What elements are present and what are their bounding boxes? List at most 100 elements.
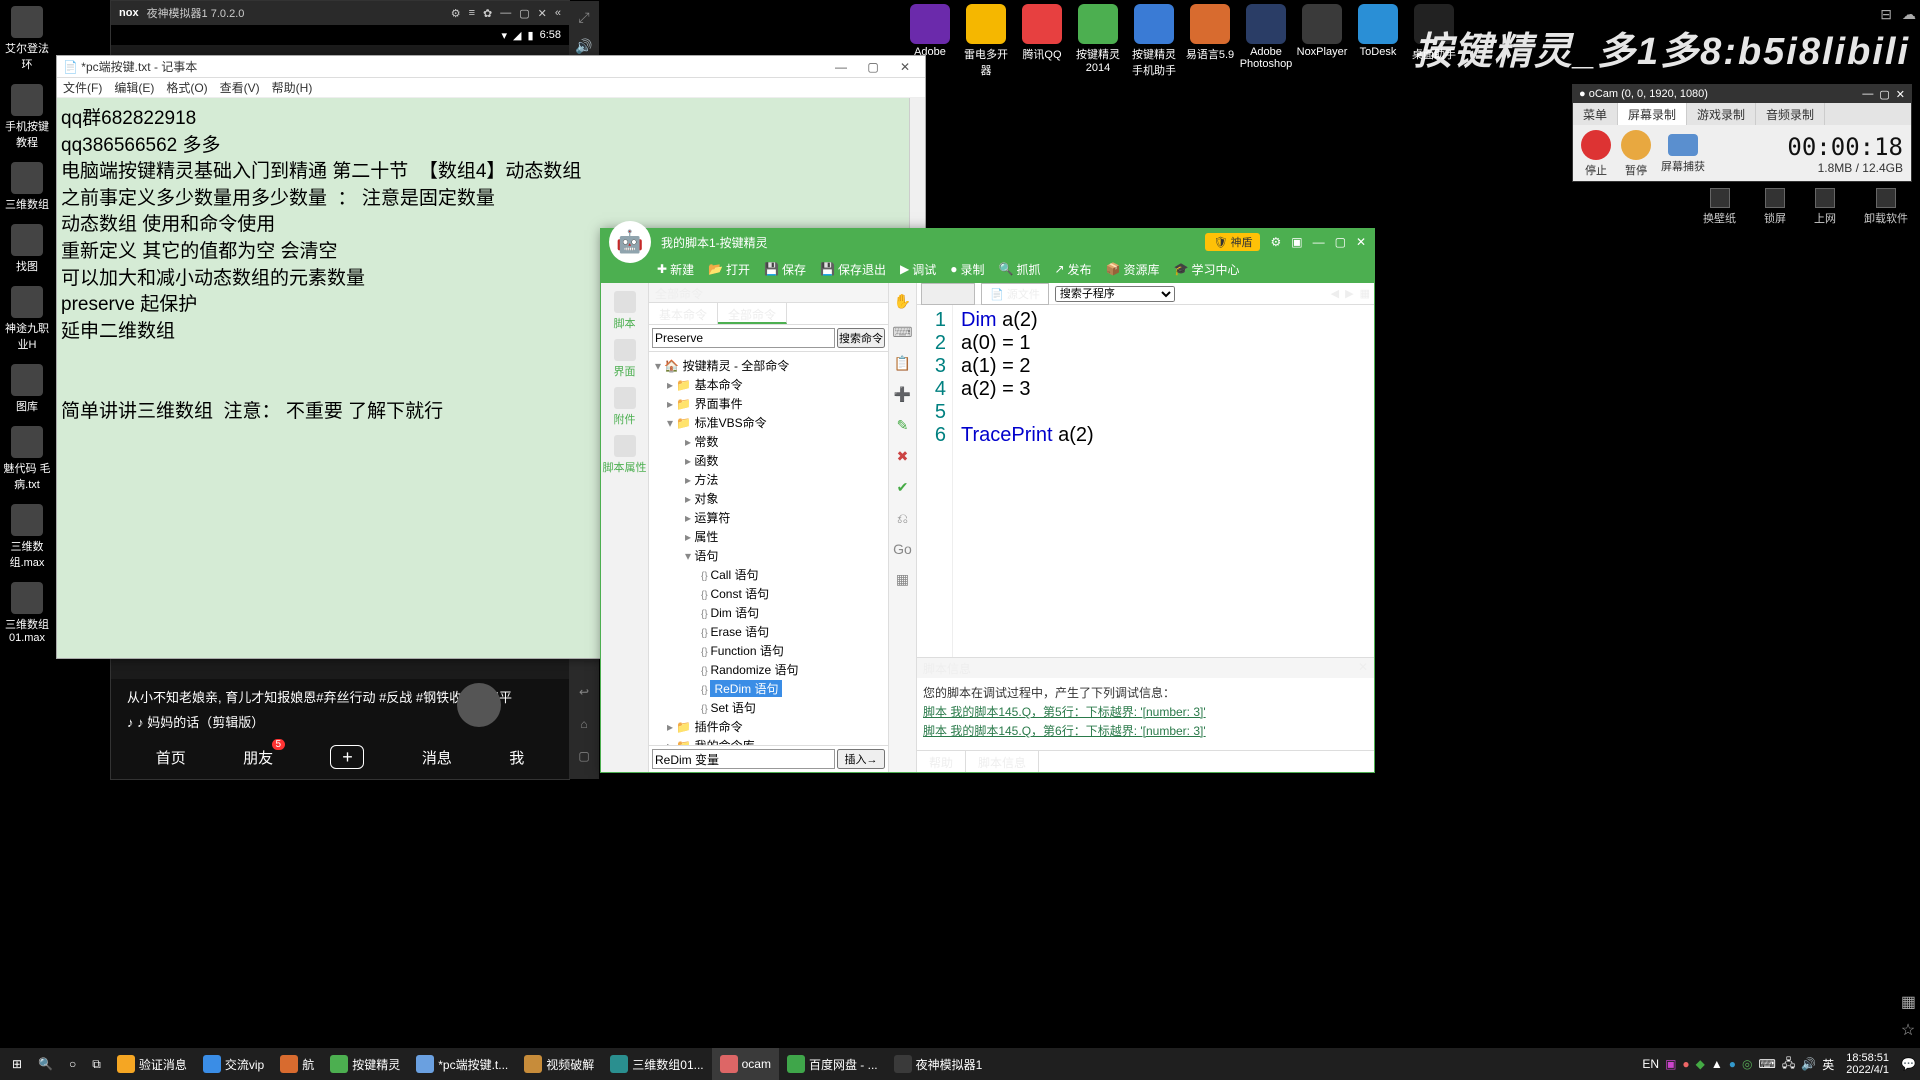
menu-edit[interactable]: 编辑(E) <box>114 79 154 96</box>
desktop-icon[interactable]: 图库 <box>0 358 54 420</box>
close-icon[interactable]: ✕ <box>1358 660 1368 676</box>
learn-button[interactable]: 🎓 学习中心 <box>1174 261 1240 278</box>
tool-icon[interactable]: ⌨ <box>892 324 912 341</box>
collapse-icon[interactable]: « <box>555 7 561 20</box>
app-shortcut[interactable]: 易语言5.9 <box>1184 4 1236 78</box>
new-button[interactable]: ✚ 新建 <box>657 261 694 278</box>
taskbar-clock[interactable]: 18:58:512022/4/1 <box>1840 1052 1895 1076</box>
resource-button[interactable]: 📦 资源库 <box>1106 261 1160 278</box>
volume-icon[interactable]: 🔊 <box>575 38 592 55</box>
tree-leaf[interactable]: Function 语句 <box>651 641 886 660</box>
tree-node[interactable]: 方法 <box>651 470 886 489</box>
app-shortcut[interactable]: 桌面助手 <box>1408 4 1460 78</box>
mode-source[interactable]: 📄 源文件 <box>981 283 1049 305</box>
taskbar-app[interactable]: 验证消息 <box>109 1048 195 1080</box>
danmu-icon[interactable]: ⊟ <box>1880 6 1892 23</box>
debug-button[interactable]: ▶ 调试 <box>900 261 936 278</box>
tab-friends[interactable]: 朋友 <box>243 747 273 768</box>
tab-menu[interactable]: 菜单 <box>1573 103 1618 125</box>
minimize-icon[interactable]: — <box>1313 235 1325 249</box>
tree-node[interactable]: 属性 <box>651 527 886 546</box>
tree-leaf[interactable]: Call 语句 <box>651 565 886 584</box>
tree-node[interactable]: 运算符 <box>651 508 886 527</box>
tab-screen-record[interactable]: 屏幕录制 <box>1618 103 1687 125</box>
insert-button[interactable]: 插入→ <box>837 749 885 769</box>
stop-button[interactable]: 停止 <box>1581 130 1611 178</box>
desktop-icon[interactable]: 三维数组.max <box>0 498 54 576</box>
menu-file[interactable]: 文件(F) <box>63 79 102 96</box>
tree-leaf[interactable]: Set 语句 <box>651 698 886 717</box>
record-button[interactable]: ● 录制 <box>950 261 984 278</box>
tool-icon[interactable]: Go <box>893 541 912 557</box>
share-icon[interactable]: ↩ <box>579 685 589 699</box>
tool-icon[interactable]: ✎ <box>897 417 909 434</box>
tab-home[interactable]: 首页 <box>156 747 186 768</box>
tree-leaf[interactable]: Const 语句 <box>651 584 886 603</box>
tray-icon[interactable]: ● <box>1729 1057 1736 1071</box>
taskbar-app[interactable]: 百度网盘 - ... <box>779 1048 886 1080</box>
app-shortcut[interactable]: 按键精灵手机助手 <box>1128 4 1180 78</box>
info-link[interactable]: 脚本 我的脚本145.Q，第5行：下标越界: '[number: 3]' <box>923 703 1368 720</box>
open-button[interactable]: 📂 打开 <box>708 261 750 278</box>
tab-basic-cmd[interactable]: 基本命令 <box>649 303 718 324</box>
tree-node[interactable]: 语句 <box>651 546 886 565</box>
taskbar-app[interactable]: 航 <box>272 1048 322 1080</box>
tree-node[interactable]: 📁 基本命令 <box>651 375 886 394</box>
ime-icon[interactable]: 英 <box>1822 1056 1834 1073</box>
network-icon[interactable]: 🖧 <box>1782 1054 1795 1075</box>
save-exit-button[interactable]: 💾 保存退出 <box>820 261 886 278</box>
tree-leaf[interactable]: Randomize 语句 <box>651 660 886 679</box>
info-link[interactable]: 脚本 我的脚本145.Q，第6行：下标越界: '[number: 3]' <box>923 722 1368 739</box>
desktop-icon[interactable]: 找图 <box>0 218 54 280</box>
nav-list-icon[interactable]: ▦ <box>1360 287 1370 300</box>
tray-icon[interactable]: ◎ <box>1742 1057 1752 1071</box>
minimize-icon[interactable]: — <box>1862 88 1873 101</box>
taskview-icon[interactable]: ⧉ <box>84 1048 109 1080</box>
taskbar-app[interactable]: 按键精灵 <box>322 1048 408 1080</box>
recent-icon[interactable]: ▢ <box>578 749 589 763</box>
volume-icon[interactable]: 🔊 <box>1801 1057 1816 1071</box>
nav-next-icon[interactable]: ▶ <box>1345 287 1353 300</box>
close-icon[interactable]: ✕ <box>891 60 919 74</box>
util-lock[interactable]: 锁屏 <box>1764 188 1786 226</box>
cloud-icon[interactable]: ☁ <box>1902 6 1916 23</box>
settings-icon[interactable]: ⚙ <box>451 7 461 20</box>
tool-icon[interactable]: ✋ <box>894 293 911 310</box>
tab-messages[interactable]: 消息 <box>422 747 452 768</box>
tab-scriptinfo[interactable]: 脚本信息 <box>966 751 1039 772</box>
cortana-icon[interactable]: ○ <box>61 1048 84 1080</box>
capture-button[interactable]: 屏幕捕获 <box>1661 134 1705 174</box>
app-shortcut[interactable]: ToDesk <box>1352 4 1404 78</box>
notification-icon[interactable]: 💬 <box>1901 1057 1916 1071</box>
restore-icon[interactable]: ▣ <box>1291 235 1302 249</box>
tool-icon[interactable]: ✔ <box>897 479 909 496</box>
avatar[interactable] <box>457 683 501 727</box>
close-icon[interactable]: ✕ <box>1356 235 1366 249</box>
insert-input[interactable] <box>652 749 835 769</box>
code-editor[interactable]: 123456 Dim a(2)a(0) = 1a(1) = 2a(2) = 3 … <box>917 305 1374 657</box>
tab-game-record[interactable]: 游戏录制 <box>1687 103 1756 125</box>
taskbar-app[interactable]: 视频破解 <box>516 1048 602 1080</box>
anjian-titlebar[interactable]: 🤖 我的脚本1-按键精灵 🛡 神盾 ⚙ ▣ — ▢ ✕ <box>601 229 1374 255</box>
search-button[interactable]: 搜索命令 <box>837 328 885 348</box>
util-wallpaper[interactable]: 换壁纸 <box>1703 188 1736 226</box>
menu-view[interactable]: 查看(V) <box>220 79 260 96</box>
close-icon[interactable]: ✕ <box>1896 88 1905 101</box>
lang-indicator[interactable]: EN <box>1642 1057 1659 1071</box>
menu-icon[interactable]: ≡ <box>469 7 475 20</box>
sidenav-ui[interactable]: 界面 <box>614 339 636 379</box>
taskbar-app[interactable]: 三维数组01... <box>602 1048 711 1080</box>
maximize-icon[interactable]: ▢ <box>519 7 529 20</box>
desktop-icon[interactable]: 三维数组 <box>0 156 54 218</box>
start-button[interactable]: ⊞ <box>4 1048 30 1080</box>
nox-titlebar[interactable]: nox 夜神模拟器1 7.0.2.0 ⚙ ≡ ✿ — ▢ ✕ « <box>111 1 569 25</box>
desktop-icon[interactable]: 神途九职业H <box>0 280 54 358</box>
tab-me[interactable]: 我 <box>509 747 524 768</box>
tray-icon[interactable]: ▲ <box>1711 1057 1723 1071</box>
save-button[interactable]: 💾 保存 <box>764 261 806 278</box>
capture-button[interactable]: 🔍 抓抓 <box>999 261 1041 278</box>
app-shortcut[interactable]: NoxPlayer <box>1296 4 1348 78</box>
pause-button[interactable]: 暂停 <box>1621 130 1651 178</box>
tray-icon[interactable]: ▣ <box>1665 1057 1676 1071</box>
sub-select[interactable]: 搜索子程序 <box>1055 286 1175 302</box>
